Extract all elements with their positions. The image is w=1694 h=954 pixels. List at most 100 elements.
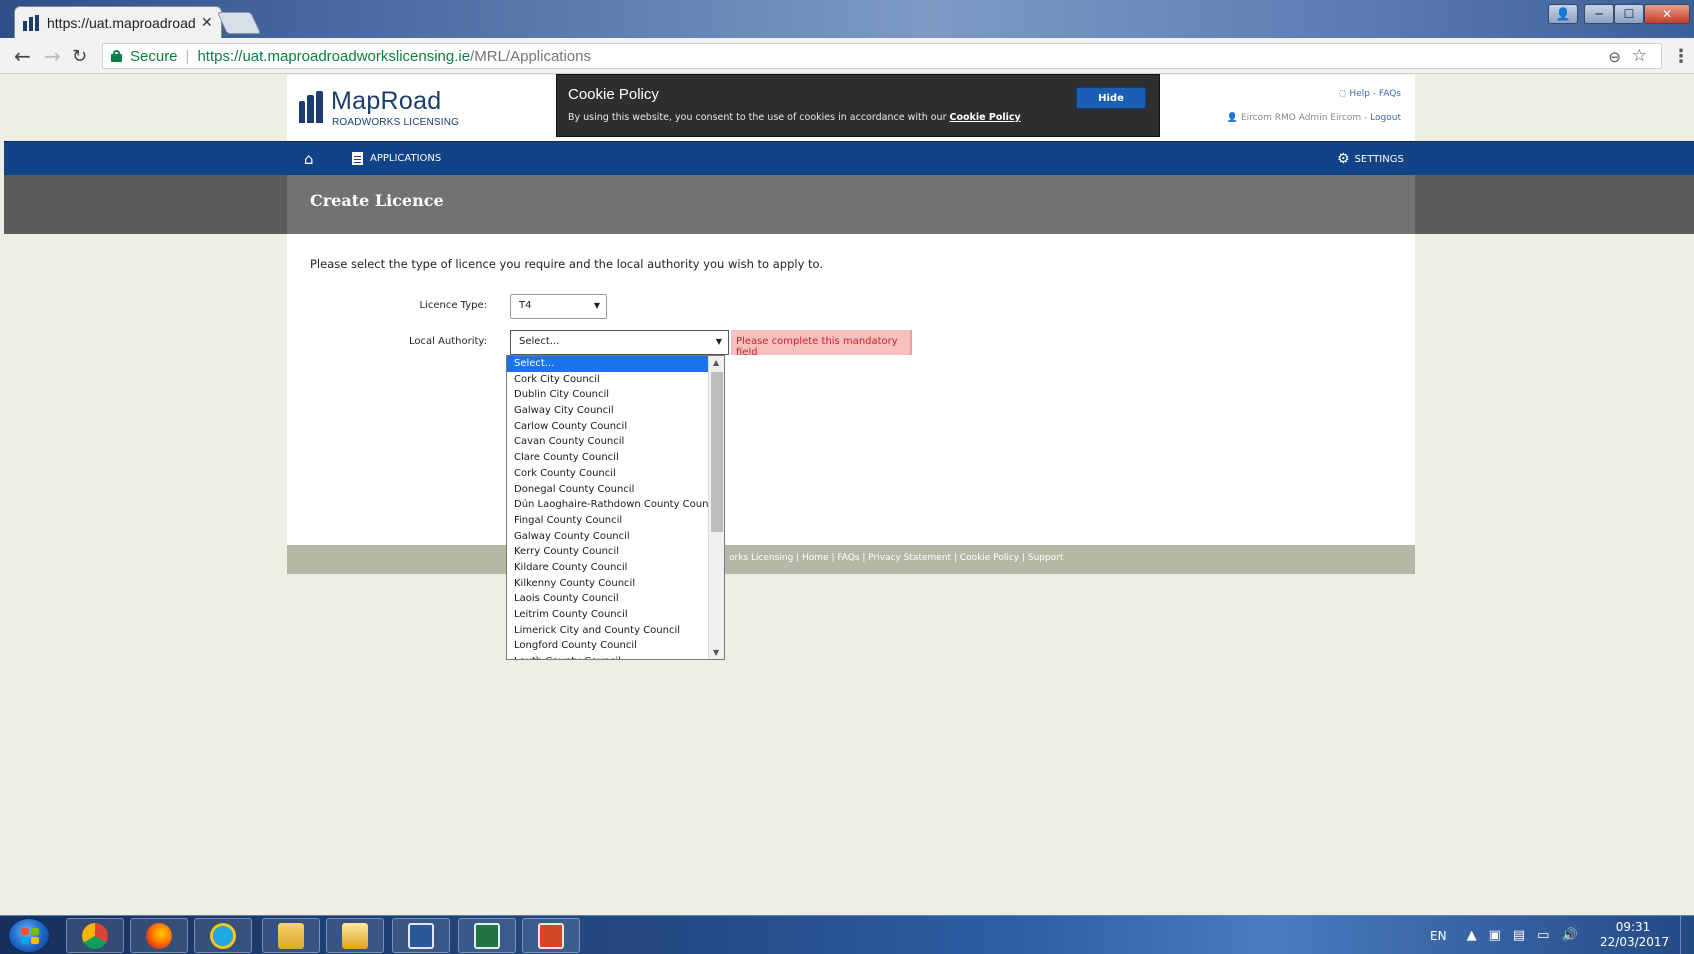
- dropdown-option[interactable]: Longford County Council: [507, 638, 709, 654]
- reload-icon[interactable]: ↻: [72, 46, 87, 67]
- dropdown-option[interactable]: Donegal County Council: [507, 482, 709, 498]
- dropdown-option[interactable]: Galway County Council: [507, 529, 709, 545]
- dropdown-options: Select... Cork City Council Dublin City Co…: [507, 356, 709, 659]
- dropdown-option[interactable]: Cork County Council: [507, 466, 709, 482]
- logo-subtitle: ROADWORKS LICENSING: [332, 117, 460, 128]
- nav-settings[interactable]: ⚙ SETTINGS: [1337, 151, 1404, 167]
- logo-name[interactable]: MapRoad: [331, 87, 442, 116]
- cookie-banner-title: Cookie Policy: [568, 86, 659, 103]
- chevron-down-icon: ▼: [715, 337, 722, 346]
- window-user-icon[interactable]: 👤: [1548, 4, 1578, 24]
- taskbar-firefox[interactable]: [130, 918, 188, 953]
- dropdown-option[interactable]: Clare County Council: [507, 450, 709, 466]
- dropdown-option[interactable]: Limerick City and County Council: [507, 623, 709, 639]
- site-footer: orks Licensing | Home | FAQs | Privacy S…: [287, 545, 1415, 574]
- page-title: Create Licence: [310, 191, 444, 210]
- taskbar-clock[interactable]: 09:31 22/03/2017: [1600, 920, 1669, 950]
- mandatory-field-error: Please complete this mandatory field: [731, 330, 912, 358]
- dropdown-scrollbar[interactable]: ▲ ▼: [708, 356, 724, 659]
- licence-type-value: T4: [519, 300, 532, 311]
- tab-title: https://uat.maproadroad: [47, 14, 195, 31]
- browser-title-bar: https://uat.maproadroad ✕ 👤 ─ ☐ ✕: [0, 0, 1694, 38]
- local-authority-dropdown-list[interactable]: Select... Cork City Council Dublin City Co…: [506, 355, 725, 660]
- zoom-icon[interactable]: ⊖: [1608, 48, 1621, 66]
- taskbar-excel[interactable]: [458, 918, 516, 953]
- start-button[interactable]: [8, 918, 50, 953]
- site-header: MapRoad ROADWORKS LICENSING Cookie Polic…: [287, 74, 1415, 141]
- back-arrow-icon[interactable]: ←: [14, 44, 31, 68]
- dropdown-option[interactable]: Dún Laoghaire-Rathdown County Council: [507, 497, 709, 513]
- cookie-text-body: By using this website, you consent to th…: [568, 112, 950, 123]
- maproad-logo-icon[interactable]: [299, 91, 323, 123]
- dropdown-option[interactable]: Fingal County Council: [507, 513, 709, 529]
- user-icon: 👤: [1226, 113, 1241, 123]
- taskbar-file-explorer[interactable]: [262, 918, 320, 953]
- taskbar-word[interactable]: [392, 918, 450, 953]
- window-close-button[interactable]: ✕: [1644, 4, 1690, 24]
- logout-link[interactable]: Logout: [1370, 113, 1401, 123]
- dropdown-option[interactable]: Select...: [507, 356, 709, 372]
- local-authority-label: Local Authority:: [408, 336, 487, 347]
- nav-applications[interactable]: APPLICATIONS: [352, 152, 441, 165]
- dropdown-option[interactable]: Kilkenny County Council: [507, 576, 709, 592]
- windows-taskbar: EN ▲ ▣ ▤ ▭ 🔊 09:31 22/03/2017: [0, 915, 1694, 954]
- browser-toolbar: ← → ↻ Secure | https://uat.maproadroadwo…: [0, 38, 1694, 74]
- help-faqs-link[interactable]: ◌ Help - FAQs: [1339, 89, 1401, 99]
- cookie-policy-link[interactable]: Cookie Policy: [950, 112, 1021, 123]
- dropdown-option[interactable]: Galway City Council: [507, 403, 709, 419]
- windows-logo-icon: [21, 928, 39, 944]
- show-desktop-button[interactable]: [1680, 916, 1694, 954]
- secure-label: Secure: [130, 47, 178, 65]
- footer-links[interactable]: orks Licensing | Home | FAQs | Privacy S…: [729, 553, 1063, 563]
- dropdown-option[interactable]: Laois County Council: [507, 591, 709, 607]
- dropdown-option[interactable]: Cavan County Council: [507, 434, 709, 450]
- tab-close-icon[interactable]: ✕: [201, 15, 213, 31]
- bookmark-star-icon[interactable]: ☆: [1632, 46, 1647, 66]
- excel-icon: [474, 922, 500, 949]
- taskbar-outlook[interactable]: [326, 918, 384, 953]
- dropdown-option[interactable]: Louth County Council: [507, 654, 709, 659]
- taskbar-chrome[interactable]: [66, 918, 124, 953]
- word-icon: [408, 922, 434, 949]
- home-icon[interactable]: ⌂: [304, 150, 314, 168]
- local-authority-select[interactable]: Select... ▼: [510, 330, 729, 355]
- window-maximize-button[interactable]: ☐: [1614, 4, 1644, 24]
- maproad-favicon-icon: [23, 14, 39, 31]
- browser-menu-icon[interactable]: ⋮: [1672, 46, 1690, 67]
- taskbar-powerpoint[interactable]: [522, 918, 580, 953]
- firefox-icon: [146, 922, 172, 949]
- show-hidden-icons-icon[interactable]: ▲: [1467, 928, 1477, 943]
- dropdown-option[interactable]: Leitrim County Council: [507, 607, 709, 623]
- page-title-strip: Create Licence: [4, 175, 1694, 234]
- user-name: Eircom RMO Admin Eircom: [1240, 113, 1362, 123]
- dropdown-option[interactable]: Dublin City Council: [507, 387, 709, 403]
- forward-arrow-icon[interactable]: →: [44, 44, 61, 68]
- network-icon[interactable]: ▤: [1513, 928, 1525, 943]
- dropdown-option[interactable]: Kerry County Council: [507, 544, 709, 560]
- dropdown-option[interactable]: Cork City Council: [507, 372, 709, 388]
- web-page: MapRoad ROADWORKS LICENSING Cookie Polic…: [4, 74, 1694, 915]
- user-info: 👤 Eircom RMO Admin Eircom - Logout: [1227, 113, 1401, 123]
- address-bar[interactable]: Secure | https://uat.maproadroadworkslic…: [102, 43, 1662, 69]
- action-center-icon[interactable]: ▭: [1537, 928, 1549, 943]
- dropdown-option[interactable]: Carlow County Council: [507, 419, 709, 435]
- scrollbar-thumb[interactable]: [711, 372, 723, 532]
- powerpoint-icon: [538, 922, 564, 949]
- dropdown-option[interactable]: Kildare County Council: [507, 560, 709, 576]
- hide-cookie-button[interactable]: Hide: [1076, 87, 1146, 109]
- help-faqs-text: Help - FAQs: [1349, 89, 1401, 99]
- licence-type-select[interactable]: T4 ▼: [510, 294, 607, 319]
- scroll-down-icon[interactable]: ▼: [713, 648, 719, 657]
- document-icon: [352, 152, 363, 165]
- taskbar-internet-explorer[interactable]: [194, 918, 252, 953]
- instructions-text: Please select the type of licence you re…: [310, 257, 824, 271]
- scroll-up-icon[interactable]: ▲: [713, 358, 719, 367]
- sync-icon[interactable]: ▣: [1489, 928, 1501, 943]
- url-path: /MRL/Applications: [470, 47, 591, 65]
- new-tab-button[interactable]: [216, 12, 262, 34]
- window-minimize-button[interactable]: ─: [1584, 4, 1614, 24]
- page-title-panel: Create Licence: [287, 175, 1415, 234]
- browser-tab[interactable]: https://uat.maproadroad ✕: [14, 6, 222, 38]
- volume-icon[interactable]: 🔊: [1561, 928, 1577, 943]
- language-indicator[interactable]: EN: [1430, 929, 1447, 943]
